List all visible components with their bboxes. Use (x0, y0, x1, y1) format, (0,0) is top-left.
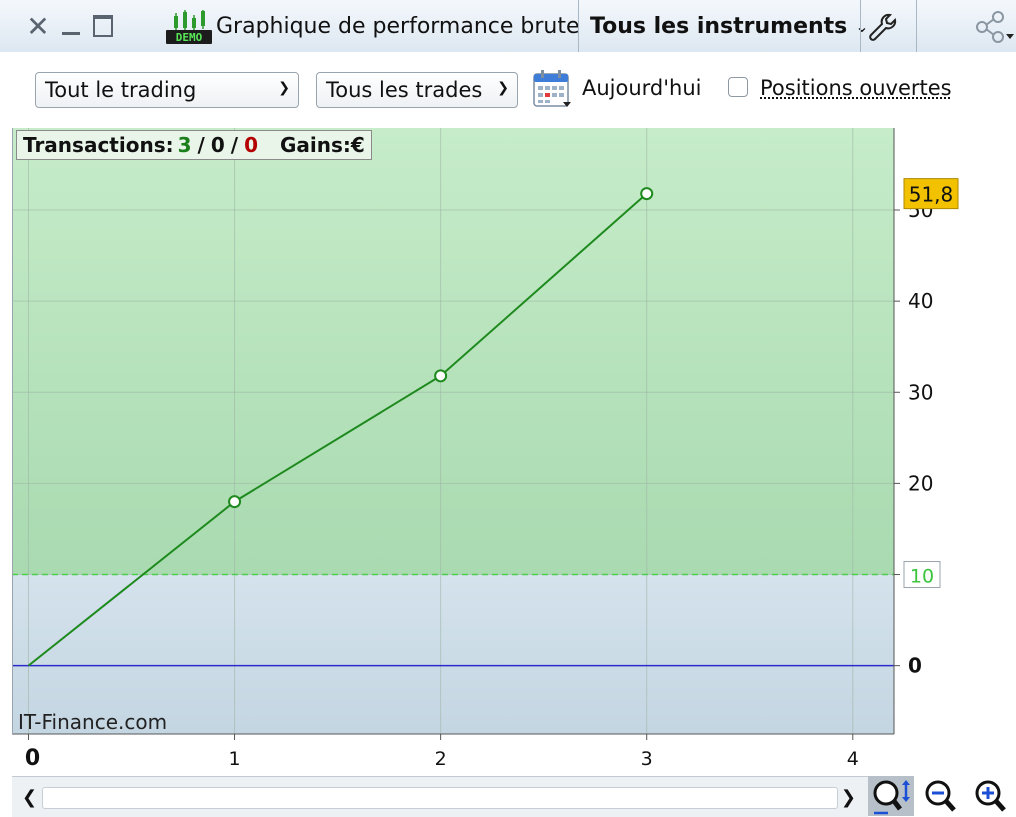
window-title-bar: ✕ DEMO Graphique de performance brute To… (0, 0, 1016, 53)
zoom-in-button[interactable] (970, 776, 1014, 816)
data-point (640, 187, 654, 201)
calendar-icon[interactable] (531, 68, 573, 110)
trading-type-value: Tout le trading (45, 78, 197, 102)
instruments-dropdown[interactable]: Tous les instruments ⌄ (580, 0, 869, 52)
stats-separator: / (197, 133, 205, 157)
transactions-total: 3 (177, 133, 192, 157)
zoom-fit-button[interactable] (868, 776, 914, 816)
trades-select[interactable]: Tous les trades ❯ (316, 72, 518, 108)
profit-zone (12, 128, 894, 575)
performance-chart[interactable]: 01020304050012341051,8 Transactions: 3 /… (12, 128, 1016, 776)
gains-label: Gains: (280, 133, 351, 157)
chart-title: Graphique de performance brute (216, 13, 580, 39)
scroll-right-button[interactable]: ❯ (841, 787, 856, 808)
stats-separator: / (230, 133, 239, 157)
transactions-label: Transactions: (23, 133, 174, 157)
x-tick-label: 0 (25, 746, 40, 771)
trading-type-select[interactable]: Tout le trading ❯ (35, 72, 299, 108)
filter-bar: Tout le trading ❯ Tous les trades ❯ Aujo… (12, 52, 1016, 128)
gains-currency: € (350, 133, 365, 157)
wrench-icon[interactable] (868, 12, 898, 42)
transaction-stats: Transactions: 3 / 0 / 0 Gains: € (16, 130, 372, 160)
chevron-down-icon: ⌄ (855, 16, 869, 36)
chevron-down-icon: ❯ (497, 80, 509, 96)
x-tick-label: 2 (435, 748, 447, 770)
close-window-button[interactable]: ✕ (24, 10, 52, 43)
horizontal-scrollbar[interactable]: ❮ ❯ (12, 776, 868, 817)
x-tick-label: 3 (641, 748, 653, 770)
minimize-window-button[interactable] (58, 10, 84, 42)
data-point (434, 369, 448, 383)
y-axis-panel (894, 128, 1016, 776)
scroll-left-button[interactable]: ❮ (22, 787, 37, 808)
open-positions-checkbox[interactable] (728, 77, 748, 97)
watermark: IT-Finance.com (18, 710, 168, 734)
x-axis-panel (12, 734, 894, 776)
threshold-label: 10 (910, 566, 934, 588)
y-tick-label: 30 (908, 380, 933, 404)
minimize-icon (62, 31, 80, 35)
candlestick-demo-icon: DEMO (166, 10, 212, 44)
title-separator (860, 0, 861, 52)
transactions-neutral: 0 (210, 133, 225, 157)
x-tick-label: 4 (847, 748, 859, 770)
y-tick-label: 0 (908, 654, 922, 678)
maximize-window-button[interactable] (90, 10, 116, 42)
y-tick-label: 40 (908, 289, 933, 313)
trades-value: Tous les trades (326, 78, 483, 102)
share-icon[interactable] (972, 10, 1016, 44)
scroll-track[interactable] (42, 787, 838, 809)
chart-canvas: 01020304050012341051,8 (12, 128, 1016, 776)
data-point (228, 495, 242, 509)
title-separator (916, 0, 917, 52)
chevron-down-icon: ❯ (278, 80, 290, 96)
open-positions-label[interactable]: Positions ouvertes (760, 76, 952, 100)
date-range-label[interactable]: Aujourd'hui (582, 76, 702, 100)
zoom-out-button[interactable] (920, 776, 964, 816)
instruments-label: Tous les instruments (590, 13, 848, 39)
demo-badge: DEMO (176, 31, 203, 44)
maximize-icon (93, 15, 113, 37)
chart-type-menu[interactable]: DEMO Graphique de performance brute (160, 0, 580, 52)
y-tick-label: 20 (908, 471, 933, 495)
title-separator (578, 0, 579, 52)
last-value-label: 51,8 (909, 183, 954, 207)
x-tick-label: 1 (229, 748, 241, 770)
transactions-losses: 0 (244, 133, 258, 157)
